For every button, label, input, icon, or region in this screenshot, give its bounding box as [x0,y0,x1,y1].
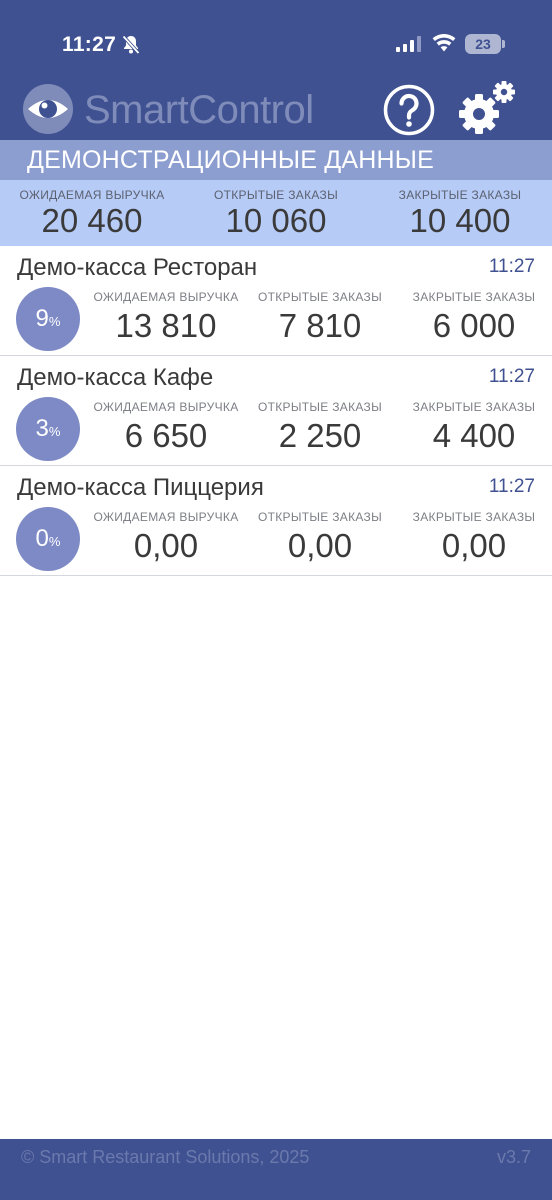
closed-orders-label: ЗАКРЫТЫЕ ЗАКАЗЫ [412,400,536,414]
store-row-pizzeria[interactable]: Демо-касса Пиццерия 11:27 0% ОЖИДАЕМАЯ В… [0,466,552,576]
closed-orders-label: ЗАКРЫТЫЕ ЗАКАЗЫ [412,290,536,304]
eye-icon [23,84,73,134]
expected-revenue-column: ОЖИДАЕМАЯ ВЫРУЧКА 0,00 [86,510,246,567]
open-orders-label: ОТКРЫТЫЕ ЗАКАЗЫ [257,510,383,524]
summary-closed-orders: ЗАКРЫТЫЕ ЗАКАЗЫ 10 400 [368,180,552,240]
open-orders-column: ОТКРЫТЫЕ ЗАКАЗЫ 0,00 [240,510,400,567]
bell-slash-icon [122,35,140,55]
summary-closed-value: 10 400 [409,202,511,239]
percent-badge: 9% [16,287,80,351]
percent-value: 3 [35,415,49,442]
summary-open-orders: ОТКРЫТЫЕ ЗАКАЗЫ 10 060 [184,180,368,240]
battery-level: 23 [475,36,491,52]
percent-sign: % [48,314,61,329]
app-title-smart: Smart [84,88,189,132]
closed-orders-column: ЗАКРЫТЫЕ ЗАКАЗЫ 0,00 [394,510,552,567]
wifi-icon [432,34,456,52]
store-name: Демо-касса Ресторан [17,254,258,281]
percent-sign: % [48,534,61,549]
cellular-signal-icon [396,36,421,52]
expected-revenue-value: 6 650 [124,417,208,454]
top-bar: 11:27 23 SmartControl [0,0,552,140]
summary-panel: ОЖИДАЕМАЯ ВЫРУЧКА 20 460 ОТКРЫТЫЕ ЗАКАЗЫ… [0,180,552,246]
open-orders-label: ОТКРЫТЫЕ ЗАКАЗЫ [257,400,383,414]
store-update-time: 11:27 [488,256,535,277]
closed-orders-value: 6 000 [432,307,516,344]
expected-revenue-label: ОЖИДАЕМАЯ ВЫРУЧКА [93,400,239,414]
open-orders-value: 7 810 [278,307,362,344]
open-orders-value: 2 250 [278,417,362,454]
app-title: SmartControl [84,86,314,134]
store-row-cafe[interactable]: Демо-касса Кафе 11:27 3% ОЖИДАЕМАЯ ВЫРУЧ… [0,356,552,466]
expected-revenue-value: 0,00 [133,527,199,564]
summary-open-label: ОТКРЫТЫЕ ЗАКАЗЫ [213,188,339,202]
summary-expected-label: ОЖИДАЕМАЯ ВЫРУЧКА [19,188,165,202]
percent-sign: % [48,424,61,439]
closed-orders-column: ЗАКРЫТЫЕ ЗАКАЗЫ 4 400 [394,400,552,457]
summary-closed-label: ЗАКРЫТЫЕ ЗАКАЗЫ [398,188,522,202]
expected-revenue-column: ОЖИДАЕМАЯ ВЫРУЧКА 6 650 [86,400,246,457]
summary-expected-revenue: ОЖИДАЕМАЯ ВЫРУЧКА 20 460 [0,180,184,240]
battery-indicator: 23 [465,34,501,54]
open-orders-label: ОТКРЫТЫЕ ЗАКАЗЫ [257,290,383,304]
status-time: 11:27 [62,33,117,56]
percent-value: 9 [35,305,49,332]
footer-bar: © Smart Restaurant Solutions, 2025 v3.7 [0,1139,552,1200]
closed-orders-label: ЗАКРЫТЫЕ ЗАКАЗЫ [412,510,536,524]
percent-value: 0 [35,525,49,552]
store-update-time: 11:27 [488,476,535,497]
expected-revenue-column: ОЖИДАЕМАЯ ВЫРУЧКА 13 810 [86,290,246,347]
question-circle-icon[interactable] [383,84,435,136]
open-orders-column: ОТКРЫТЫЕ ЗАКАЗЫ 2 250 [240,400,400,457]
summary-open-value: 10 060 [225,202,327,239]
expected-revenue-label: ОЖИДАЕМАЯ ВЫРУЧКА [93,290,239,304]
footer-copyright: © Smart Restaurant Solutions, 2025 [21,1147,310,1167]
app-title-control: Control [188,88,314,132]
store-update-time: 11:27 [488,366,535,387]
open-orders-value: 0,00 [287,527,353,564]
expected-revenue-value: 13 810 [115,307,217,344]
store-row-restaurant[interactable]: Демо-касса Ресторан 11:27 9% ОЖИДАЕМАЯ В… [0,246,552,356]
app-version: v3.7 [496,1147,531,1167]
store-name: Демо-касса Кафе [17,364,214,391]
store-name: Демо-касса Пиццерия [17,474,264,501]
expected-revenue-label: ОЖИДАЕМАЯ ВЫРУЧКА [93,510,239,524]
percent-badge: 3% [16,397,80,461]
demo-data-banner: ДЕМОНСТРАЦИОННЫЕ ДАННЫЕ [0,140,552,180]
percent-badge: 0% [16,507,80,571]
battery-tip [502,40,505,48]
closed-orders-column: ЗАКРЫТЫЕ ЗАКАЗЫ 6 000 [394,290,552,347]
summary-expected-value: 20 460 [41,202,143,239]
gears-icon[interactable] [458,78,518,138]
closed-orders-value: 4 400 [432,417,516,454]
closed-orders-value: 0,00 [441,527,507,564]
open-orders-column: ОТКРЫТЫЕ ЗАКАЗЫ 7 810 [240,290,400,347]
